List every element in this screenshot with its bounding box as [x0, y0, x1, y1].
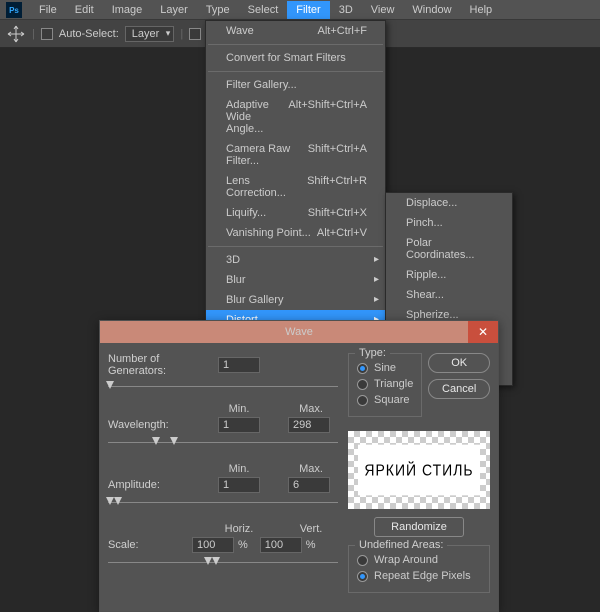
repeat-edge-radio[interactable]: Repeat Edge Pixels — [357, 568, 481, 584]
amplitude-max-input[interactable] — [288, 477, 330, 493]
layer-select[interactable]: Layer — [125, 26, 175, 42]
menu-filter[interactable]: Filter — [287, 1, 329, 19]
dialog-title: Wave — [285, 326, 313, 338]
move-tool-icon — [6, 24, 26, 44]
scale-label: Scale: — [108, 539, 192, 551]
cancel-button[interactable]: Cancel — [428, 379, 490, 399]
filter-item-vanishing-point-[interactable]: Vanishing Point...Alt+Ctrl+V — [206, 223, 385, 243]
menu-edit[interactable]: Edit — [66, 1, 103, 19]
menu-image[interactable]: Image — [103, 1, 152, 19]
menubar: FileEditImageLayerTypeSelectFilter3DView… — [0, 0, 600, 20]
undefined-areas-legend: Undefined Areas: — [355, 539, 447, 551]
distort-item-polar-coordinates-[interactable]: Polar Coordinates... — [386, 233, 512, 265]
auto-select-label: Auto-Select: — [59, 28, 119, 40]
close-button[interactable]: ✕ — [468, 321, 498, 343]
filter-item-adaptive-wide-angle-[interactable]: Adaptive Wide Angle...Alt+Shift+Ctrl+A — [206, 95, 385, 139]
filter-item-filter-gallery-[interactable]: Filter Gallery... — [206, 75, 385, 95]
scale-slider[interactable] — [108, 557, 338, 573]
preview-panel: ЯРКИЙ СТИЛЬ — [348, 431, 490, 509]
amplitude-slider[interactable] — [108, 497, 338, 513]
menu-view[interactable]: View — [362, 1, 404, 19]
filter-item-camera-raw-filter-[interactable]: Camera Raw Filter...Shift+Ctrl+A — [206, 139, 385, 171]
ps-logo-icon: Ps — [6, 2, 22, 18]
wavelength-slider[interactable] — [108, 437, 338, 453]
num-generators-label: Number of Generators: — [108, 353, 218, 377]
wrap-around-radio[interactable]: Wrap Around — [357, 552, 481, 568]
filter-item-convert-for-smart-filters[interactable]: Convert for Smart Filters — [206, 48, 385, 68]
type-square-radio[interactable]: Square — [357, 392, 413, 408]
menu-layer[interactable]: Layer — [151, 1, 197, 19]
dialog-titlebar[interactable]: Wave ✕ — [100, 321, 498, 343]
show-transform-checkbox[interactable] — [189, 28, 201, 40]
distort-item-shear-[interactable]: Shear... — [386, 285, 512, 305]
amplitude-min-input[interactable] — [218, 477, 260, 493]
filter-item-lens-correction-[interactable]: Lens Correction...Shift+Ctrl+R — [206, 171, 385, 203]
wavelength-label: Wavelength: — [108, 419, 218, 431]
filter-item-wave[interactable]: WaveAlt+Ctrl+F — [206, 21, 385, 41]
menu-file[interactable]: File — [30, 1, 66, 19]
type-triangle-radio[interactable]: Triangle — [357, 376, 413, 392]
wavelength-min-input[interactable] — [218, 417, 260, 433]
num-generators-input[interactable] — [218, 357, 260, 373]
filter-item-liquify-[interactable]: Liquify...Shift+Ctrl+X — [206, 203, 385, 223]
scale-vert-input[interactable] — [260, 537, 302, 553]
menu-select[interactable]: Select — [239, 1, 288, 19]
filter-item-blur[interactable]: Blur — [206, 270, 385, 290]
scale-horiz-input[interactable] — [192, 537, 234, 553]
menu-type[interactable]: Type — [197, 1, 239, 19]
menu-window[interactable]: Window — [403, 1, 460, 19]
amplitude-label: Amplitude: — [108, 479, 218, 491]
randomize-button[interactable]: Randomize — [374, 517, 464, 537]
wave-dialog: Wave ✕ Number of Generators: Min.Max. Wa… — [99, 320, 499, 612]
menu-3d[interactable]: 3D — [330, 1, 362, 19]
menu-help[interactable]: Help — [461, 1, 502, 19]
filter-item-blur-gallery[interactable]: Blur Gallery — [206, 290, 385, 310]
distort-item-displace-[interactable]: Displace... — [386, 193, 512, 213]
distort-item-pinch-[interactable]: Pinch... — [386, 213, 512, 233]
auto-select-checkbox[interactable] — [41, 28, 53, 40]
type-legend: Type: — [355, 347, 390, 359]
ok-button[interactable]: OK — [428, 353, 490, 373]
distort-item-ripple-[interactable]: Ripple... — [386, 265, 512, 285]
wavelength-max-input[interactable] — [288, 417, 330, 433]
preview-text: ЯРКИЙ СТИЛЬ — [358, 445, 480, 496]
filter-item-3d[interactable]: 3D — [206, 250, 385, 270]
num-generators-slider[interactable] — [108, 381, 338, 393]
type-sine-radio[interactable]: Sine — [357, 360, 413, 376]
